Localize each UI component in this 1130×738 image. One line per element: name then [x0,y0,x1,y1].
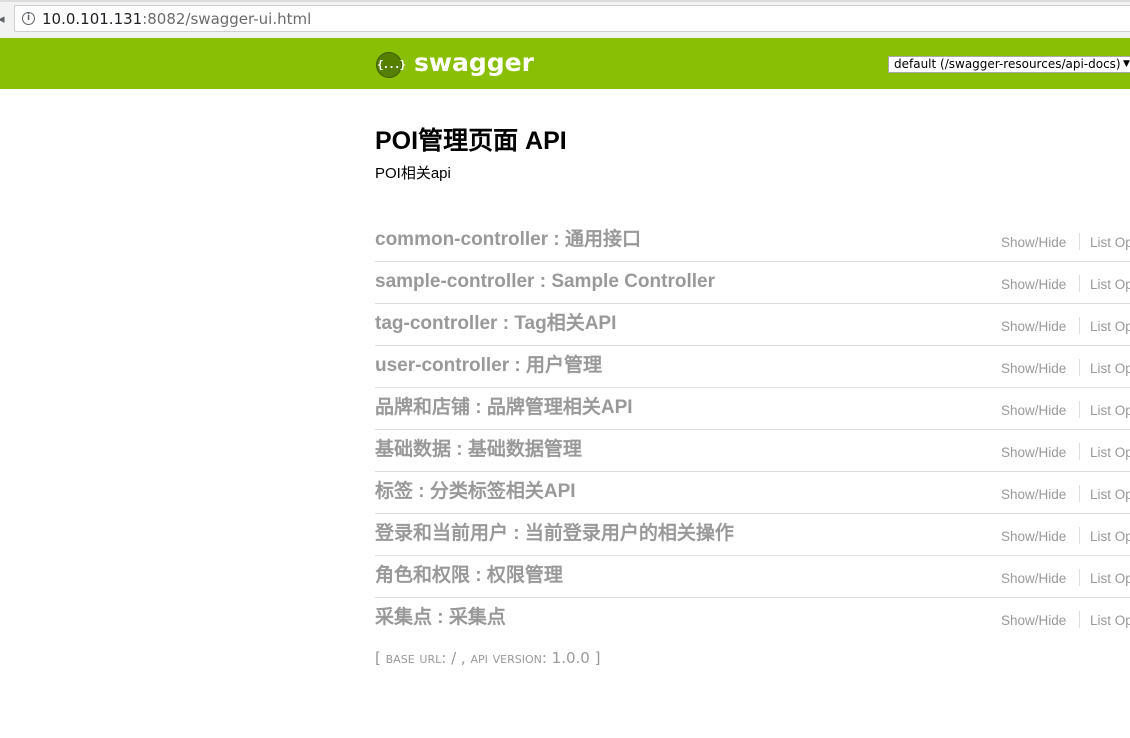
link-divider [1079,401,1080,418]
link-divider [1079,527,1080,544]
resource-heading[interactable]: tag-controller : Tag相关API [375,312,616,336]
link-divider [1079,443,1080,460]
url-host: 10.0.101.131 [42,10,143,28]
url-text[interactable]: 10.0.101.131:8082/swagger-ui.html [42,10,311,28]
resource-list: common-controller : 通用接口 Show/Hide List … [375,220,1130,639]
resource-brand-store: 品牌和店铺 : 品牌管理相关API Show/Hide List Operati… [375,388,1130,430]
show-hide-link[interactable]: Show/Hide [1001,486,1066,503]
api-description: POI相关api [375,165,451,182]
footer-open-bracket: [ [375,649,381,667]
resource-login-current-user: 登录和当前用户 : 当前登录用户的相关操作 Show/Hide List Ope… [375,514,1130,556]
address-bar[interactable]: i 10.0.101.131:8082/swagger-ui.html [14,5,1130,32]
link-divider [1079,359,1080,376]
resource-heading[interactable]: user-controller : 用户管理 [375,354,602,378]
resource-heading[interactable]: common-controller : 通用接口 [375,228,641,252]
resource-common-controller: common-controller : 通用接口 Show/Hide List … [375,220,1130,262]
list-operations-link[interactable]: List Operations [1090,570,1130,587]
resource-tag-controller: tag-controller : Tag相关API Show/Hide List… [375,304,1130,346]
swagger-header: {...} swagger default (/swagger-resource… [0,38,1130,89]
link-divider [1079,611,1080,628]
api-title: POI管理页面 API [375,127,567,155]
list-operations-link[interactable]: List Operations [1090,486,1130,503]
list-operations-link[interactable]: List Operations [1090,276,1130,293]
list-operations-link[interactable]: List Operations [1090,402,1130,419]
api-footer: [ base url: / , api version: 1.0.0 ] [375,649,601,667]
api-spec-select-value: default (/swagger-resources/api-docs) [894,57,1121,71]
resource-basic-data: 基础数据 : 基础数据管理 Show/Hide List Operations [375,430,1130,472]
list-operations-link[interactable]: List Operations [1090,360,1130,377]
show-hide-link[interactable]: Show/Hide [1001,402,1066,419]
info-icon[interactable]: i [22,12,35,25]
swagger-logo-icon[interactable]: {...} [376,52,406,78]
resource-heading[interactable]: 采集点 : 采集点 [375,606,506,630]
list-operations-link[interactable]: List Operations [1090,234,1130,251]
show-hide-link[interactable]: Show/Hide [1001,612,1066,629]
resource-heading[interactable]: 角色和权限 : 权限管理 [375,564,563,588]
url-path: :8082/swagger-ui.html [142,10,312,28]
resource-tags: 标签 : 分类标签相关API Show/Hide List Operations [375,472,1130,514]
dropdown-arrow-icon: ▼ [1123,59,1130,69]
list-operations-link[interactable]: List Operations [1090,528,1130,545]
resource-heading[interactable]: 品牌和店铺 : 品牌管理相关API [375,396,633,420]
resource-user-controller: user-controller : 用户管理 Show/Hide List Op… [375,346,1130,388]
logo-braces: {...} [377,58,406,71]
list-operations-link[interactable]: List Operations [1090,612,1130,629]
api-version-label: api version [470,649,542,667]
back-arrow-icon[interactable]: ◂ [0,12,6,26]
show-hide-link[interactable]: Show/Hide [1001,528,1066,545]
list-operations-link[interactable]: List Operations [1090,318,1130,335]
link-divider [1079,233,1080,250]
show-hide-link[interactable]: Show/Hide [1001,276,1066,293]
link-divider [1079,485,1080,502]
list-operations-link[interactable]: List Operations [1090,444,1130,461]
resource-sample-controller: sample-controller : Sample Controller Sh… [375,262,1130,304]
tab-strip-edge [0,0,1130,2]
link-divider [1079,317,1080,334]
resource-heading[interactable]: sample-controller : Sample Controller [375,270,715,294]
show-hide-link[interactable]: Show/Hide [1001,360,1066,377]
base-url-value: : / , [441,649,466,667]
swagger-logo-text[interactable]: swagger [414,48,534,78]
api-version-value: : 1.0.0 [541,649,590,667]
browser-chrome: ◂ i 10.0.101.131:8082/swagger-ui.html [0,0,1130,39]
footer-close-bracket: ] [594,649,601,667]
show-hide-link[interactable]: Show/Hide [1001,570,1066,587]
show-hide-link[interactable]: Show/Hide [1001,444,1066,461]
resource-heading[interactable]: 登录和当前用户 : 当前登录用户的相关操作 [375,522,734,546]
resource-heading[interactable]: 基础数据 : 基础数据管理 [375,438,582,462]
resource-roles-permissions: 角色和权限 : 权限管理 Show/Hide List Operations [375,556,1130,598]
link-divider [1079,275,1080,292]
base-url-label: base url [385,649,442,667]
show-hide-link[interactable]: Show/Hide [1001,234,1066,251]
resource-heading[interactable]: 标签 : 分类标签相关API [375,480,576,504]
link-divider [1079,569,1080,586]
api-spec-select[interactable]: default (/swagger-resources/api-docs) ▼ [888,56,1130,73]
resource-collection-points: 采集点 : 采集点 Show/Hide List Operations [375,598,1130,639]
show-hide-link[interactable]: Show/Hide [1001,318,1066,335]
